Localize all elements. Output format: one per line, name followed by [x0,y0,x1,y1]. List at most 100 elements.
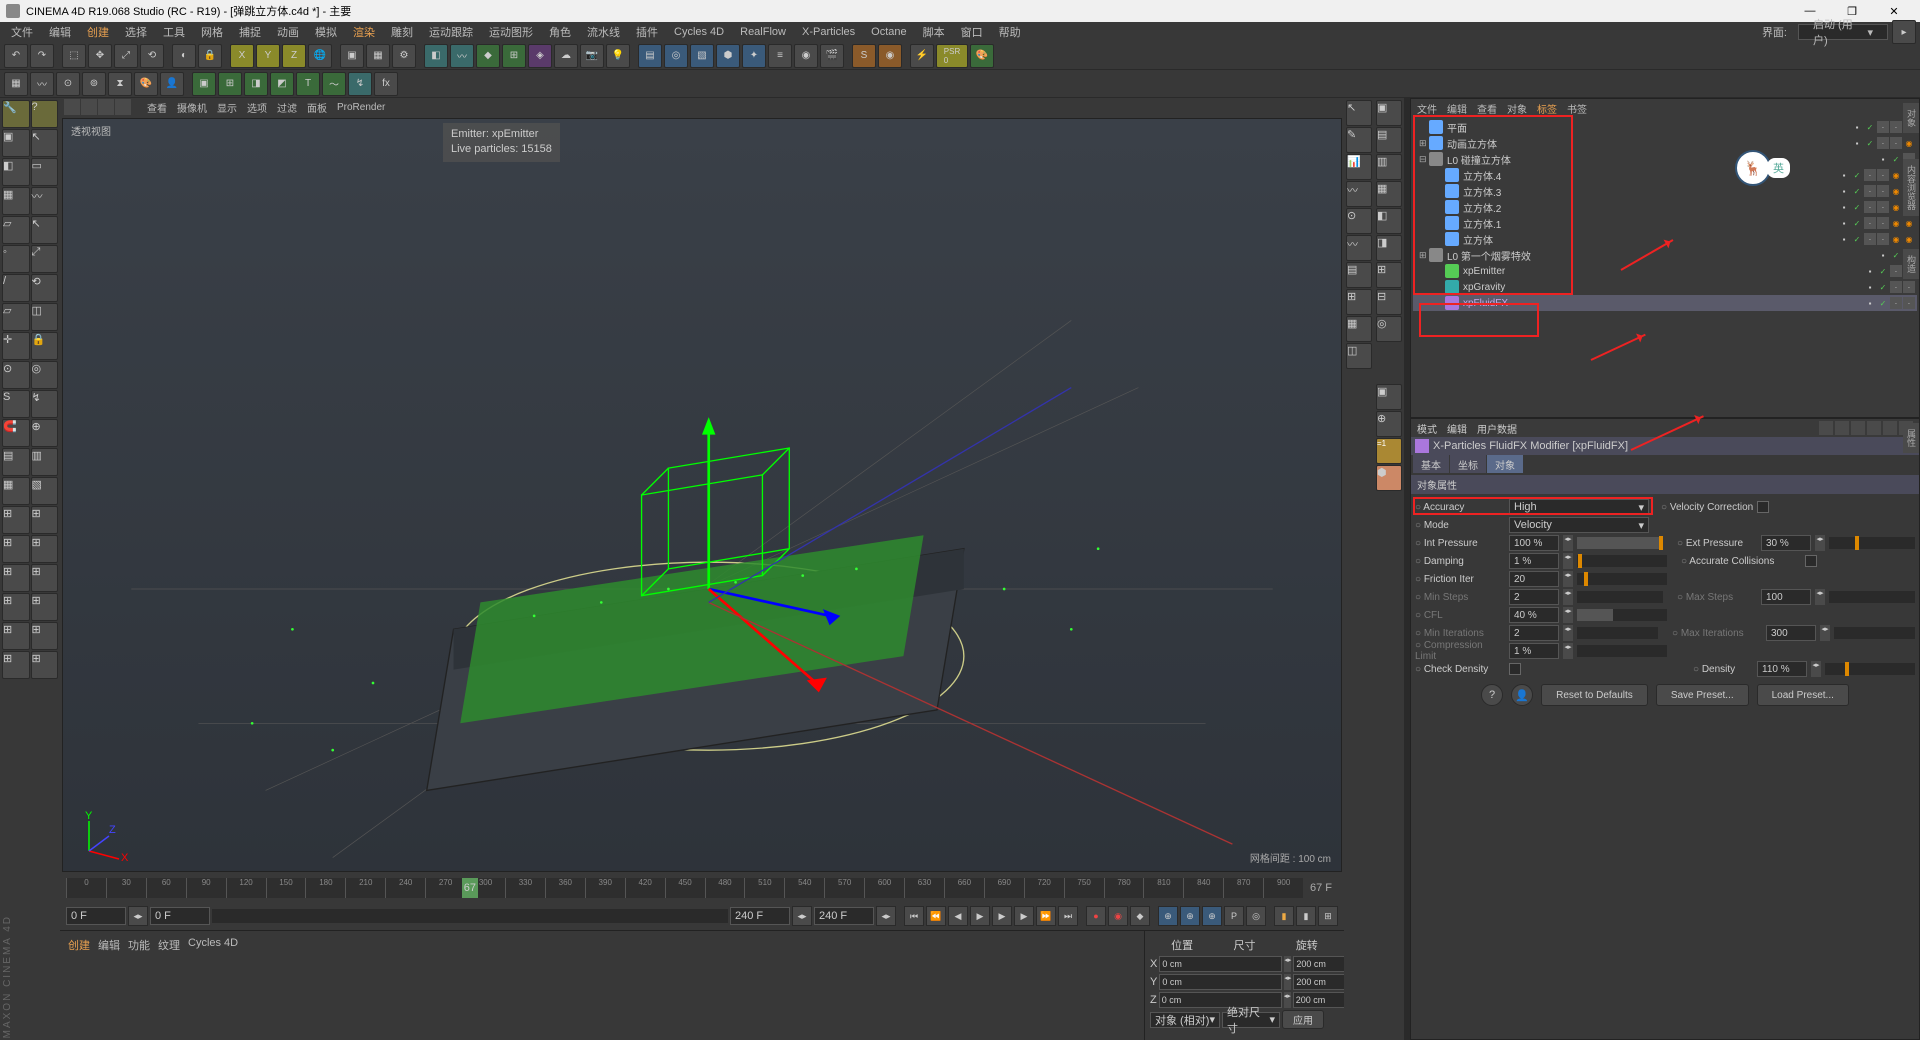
r-icon-5[interactable]: ◧ [1376,208,1402,234]
psr-icon[interactable]: PSR0 [936,44,968,68]
nurbs-icon[interactable]: ◆ [476,44,500,68]
octane-s-icon[interactable]: S [852,44,876,68]
select-icon[interactable]: ⬚ [62,44,86,68]
g10-icon[interactable]: ⊞ [31,622,59,650]
r-icon-1[interactable]: ▣ [1376,100,1402,126]
mid-icon-2[interactable]: ✎ [1346,127,1372,153]
side-tab-2[interactable]: 内容浏览器 [1903,159,1919,216]
menu-捕捉[interactable]: 捕捉 [232,22,268,42]
reset-button[interactable]: Reset to Defaults [1541,684,1648,706]
menu-插件[interactable]: 插件 [629,22,665,42]
mirror-icon[interactable]: ⧗ [108,72,132,96]
cmotion-icon[interactable]: 👤 [160,72,184,96]
dens-slider[interactable] [1825,663,1915,675]
attr-side-tab[interactable]: 属性 [1903,423,1919,453]
r-icon-11[interactable]: ⊕ [1376,411,1402,437]
sound-icon[interactable]: ▮ [1296,906,1316,926]
menu-运动跟踪[interactable]: 运动跟踪 [422,22,480,42]
joint2-icon[interactable]: ⊚ [82,72,106,96]
autokey-icon[interactable]: ◉ [1108,906,1128,926]
rotate-tool-icon[interactable]: ⟲ [31,274,59,302]
damp-input[interactable] [1509,553,1559,569]
g4-icon[interactable]: ⊞ [31,535,59,563]
menu-模拟[interactable]: 模拟 [308,22,344,42]
g1-icon[interactable]: ⊞ [2,506,30,534]
load-preset-button[interactable]: Load Preset... [1757,684,1849,706]
g11-icon[interactable]: ⊞ [2,651,30,679]
tree-row[interactable]: xpFluidFX ▪✓·· [1413,295,1917,311]
tree-row[interactable]: 平面 ▪✓··◉ [1413,119,1917,135]
g3-icon[interactable]: ⊞ [2,535,30,563]
tree-row[interactable]: ⊞ L0 第一个烟雾特效 ▪✓· [1413,247,1917,263]
attr-menu-edit[interactable]: 编辑 [1447,421,1467,436]
tree-row[interactable]: 立方体.1 ▪✓··◉◉ [1413,215,1917,231]
side-tab-1[interactable]: 对象 [1903,103,1919,133]
layer4-icon[interactable]: ▧ [31,477,59,505]
redo-icon[interactable]: ↷ [30,44,54,68]
move2-icon[interactable]: ↖ [31,216,59,244]
attr-menu-user[interactable]: 用户数据 [1477,421,1517,436]
move-tool-icon[interactable]: ↖ [31,129,59,157]
key-param-icon[interactable]: P [1224,906,1244,926]
key-r-icon[interactable]: ⊕ [1202,906,1222,926]
vp-icon-2[interactable] [81,99,97,115]
timeline-cursor[interactable]: 67 [462,878,478,898]
mid-icon-6[interactable]: 〰 [1346,235,1372,261]
mid-icon-1[interactable]: ↖ [1346,100,1372,126]
menu-Octane[interactable]: Octane [864,24,913,40]
tree-row[interactable]: 立方体.3 ▪✓··◉◉ [1413,183,1917,199]
damp-slider[interactable] [1577,555,1667,567]
tree-row[interactable]: ⊟ L0 碰撞立方体 ▪✓· [1413,151,1917,167]
menu-文件[interactable]: 文件 [4,22,40,42]
g8-icon[interactable]: ⊞ [31,593,59,621]
soft-icon[interactable]: S [2,390,30,418]
texture-icon[interactable]: ▦ [2,187,30,215]
xray-icon[interactable]: ◫ [31,303,59,331]
r-icon-7[interactable]: ⊞ [1376,262,1402,288]
r-icon-4[interactable]: ▦ [1376,181,1402,207]
goto-start-icon[interactable]: ⏮ [904,906,924,926]
coord-size-select[interactable]: 绝对尺寸▾ [1222,1012,1280,1028]
key-pl-icon[interactable]: ◎ [1246,906,1266,926]
mograph-icon[interactable]: ▤ [638,44,662,68]
next-frame-icon[interactable]: ▶ [1014,906,1034,926]
r-icon-13[interactable]: ⬢ [1376,465,1402,491]
vp-menu-panel[interactable]: 面板 [307,100,327,115]
frit-input[interactable] [1509,571,1559,587]
weight-icon[interactable]: 🎨 [134,72,158,96]
mid-icon-4[interactable]: 〰 [1346,181,1372,207]
tree-row[interactable]: 立方体.4 ▪✓··◉◉ [1413,167,1917,183]
mat-tab-tex[interactable]: 纹理 [158,937,180,953]
close-button[interactable]: ✕ [1874,1,1914,21]
mid-icon-9[interactable]: ▦ [1346,316,1372,342]
transport-slider[interactable] [212,909,728,923]
render-settings-icon[interactable]: ⚙ [392,44,416,68]
fracture-icon[interactable]: ◨ [244,72,268,96]
text-icon[interactable]: T [296,72,320,96]
r-icon-8[interactable]: ⊟ [1376,289,1402,315]
axis-z-icon[interactable]: Z [282,44,306,68]
vp-menu-camera[interactable]: 摄像机 [177,100,207,115]
vp-menu-display[interactable]: 显示 [217,100,237,115]
dens-input[interactable] [1757,661,1807,677]
mid-icon-10[interactable]: ◫ [1346,343,1372,369]
particles-icon[interactable]: ✦ [742,44,766,68]
poly-icon[interactable]: ▱ [2,303,30,331]
marker-icon[interactable]: ▮ [1274,906,1294,926]
light-icon[interactable]: 💡 [606,44,630,68]
intpress-input[interactable] [1509,535,1559,551]
coord-apply-button[interactable]: 应用 [1282,1010,1324,1029]
vp-menu-prorender[interactable]: ProRender [337,102,385,113]
locked-icon[interactable]: 🔒 [31,332,59,360]
objmenu-对象[interactable]: 对象 [1507,101,1527,116]
next-key-icon[interactable]: ⏩ [1036,906,1056,926]
key-p-icon[interactable]: ⊕ [1158,906,1178,926]
prev-key-icon[interactable]: ⏪ [926,906,946,926]
snap2-icon[interactable]: ◎ [31,361,59,389]
mid-icon-3[interactable]: 📊 [1346,154,1372,180]
menu-选择[interactable]: 选择 [118,22,154,42]
mat-tab-create[interactable]: 创建 [68,937,90,953]
move-icon[interactable]: ✥ [88,44,112,68]
take-icon[interactable]: 🎬 [820,44,844,68]
world-icon[interactable]: 🌐 [308,44,332,68]
